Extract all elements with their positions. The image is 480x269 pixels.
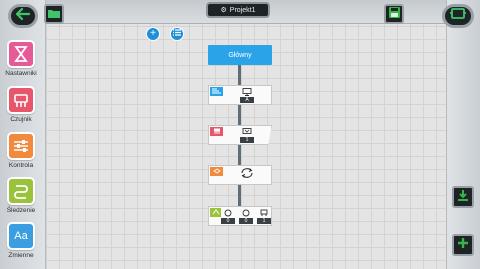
sensor-icon [7, 86, 35, 114]
palette-label: Śledzenie [6, 207, 36, 214]
motors-block[interactable]: 0 0 1 [208, 206, 272, 226]
motors-tag-icon [210, 207, 221, 217]
variables-icon: Aa [7, 222, 35, 250]
plus-icon: + [150, 28, 156, 39]
loop-block[interactable] [208, 165, 272, 185]
palette-label: Nastawniki [5, 70, 37, 77]
hourglass-icon [7, 40, 35, 68]
start-block[interactable]: Główny [208, 45, 272, 65]
param-value: 1 [240, 136, 254, 143]
palette-sledzenie[interactable]: Śledzenie [4, 177, 38, 217]
save-icon [388, 5, 400, 23]
connector-wire [238, 145, 241, 165]
sensor-block[interactable]: 1 [208, 125, 272, 145]
motor-param[interactable]: 0 [239, 209, 253, 224]
motor-param[interactable]: 0 [221, 209, 235, 224]
param-value: 1 [257, 217, 271, 224]
display-param[interactable]: A [240, 87, 254, 103]
sensor-tag-icon [210, 126, 223, 136]
palette-zmienne[interactable]: Aa Zmienne [4, 222, 38, 262]
variables-glyph: Aa [14, 230, 28, 242]
gear-icon: ⚙ [220, 7, 227, 14]
connector-wire [238, 105, 241, 125]
connector-wire [238, 65, 241, 85]
palette-kontrola[interactable]: Kontrola [4, 132, 38, 172]
connect-device-button[interactable] [442, 4, 474, 28]
plus-icon [457, 236, 469, 254]
right-toolbar [446, 0, 480, 269]
param-value: A [240, 96, 254, 103]
param-value: 0 [239, 217, 253, 224]
sensor-param[interactable]: 1 [240, 127, 254, 143]
device-icon [450, 7, 466, 25]
robot-icon [260, 209, 268, 216]
add-block-button[interactable]: + [146, 27, 160, 41]
palette-nastawniki[interactable]: Nastawniki [4, 40, 38, 80]
motor-b-icon [242, 209, 250, 216]
download-icon [457, 188, 469, 206]
palette-label: Zmienne [8, 252, 34, 259]
display-block[interactable]: A [208, 85, 272, 105]
list-icon [173, 29, 181, 39]
loop-tag-icon [210, 166, 223, 176]
list-view-button[interactable] [170, 27, 184, 41]
motor-a-icon [224, 209, 232, 216]
project-tab[interactable]: ⚙ Projekt1 [206, 2, 270, 18]
sliders-icon [7, 132, 35, 160]
palette-czujnik[interactable]: Czujnik [4, 86, 38, 126]
download-button[interactable] [452, 186, 474, 208]
monitor-icon [242, 87, 252, 96]
loop-icon [7, 177, 35, 205]
start-block-label: Główny [228, 51, 252, 59]
motor-param[interactable]: 1 [257, 209, 271, 224]
sensor-monitor-icon [242, 127, 252, 134]
project-title: Projekt1 [229, 6, 256, 14]
back-button[interactable] [8, 4, 38, 28]
back-arrow-icon [15, 7, 31, 25]
palette-label: Kontrola [8, 162, 34, 169]
repeat-icon [240, 166, 254, 184]
param-value: 0 [221, 217, 235, 224]
add-button[interactable] [452, 234, 474, 256]
palette-label: Czujnik [10, 116, 32, 123]
display-tag-icon [210, 86, 223, 96]
connector-wire [238, 185, 241, 206]
open-project-button[interactable] [44, 4, 64, 24]
save-button[interactable] [384, 4, 404, 24]
folder-icon [48, 5, 60, 23]
